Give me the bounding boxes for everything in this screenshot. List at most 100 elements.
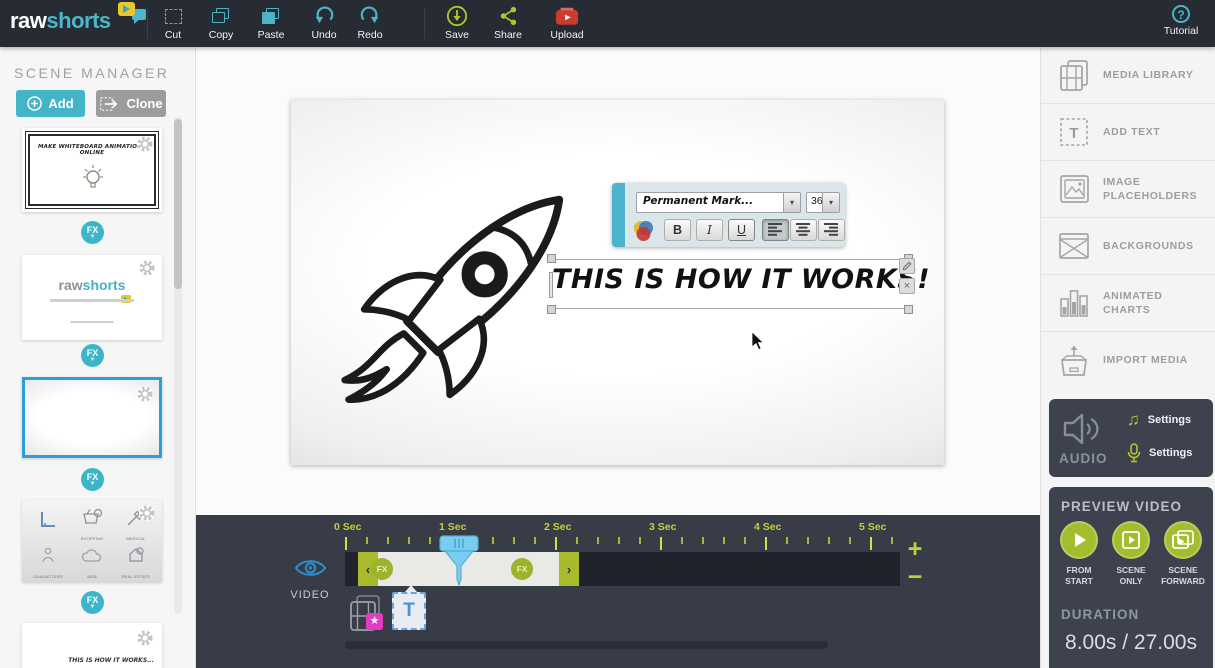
scene2-fx-badge[interactable]: FX ▼ [81, 344, 104, 367]
font-family-value: Permanent Mark... [643, 195, 754, 207]
edit-text-button[interactable] [899, 258, 915, 274]
canvas-text-element[interactable]: This is how it works! × [547, 254, 930, 314]
scene-settings-gear-icon[interactable] [136, 135, 154, 153]
text-color-picker-icon[interactable] [632, 220, 655, 242]
resize-handle-bottom-right[interactable] [904, 305, 913, 314]
tutorial-button[interactable]: ? Tutorial [1155, 5, 1207, 37]
track-fx-out-badge[interactable]: FX [511, 558, 533, 580]
animated-charts-label: ANIMATED CHARTS [1103, 289, 1163, 316]
timeline-zoom-out-button[interactable]: − [902, 565, 928, 591]
left-side-grip[interactable] [549, 272, 553, 298]
preview-video-panel: PREVIEW VIDEO FROM START SCENE ONLY SCEN… [1049, 487, 1213, 668]
speaker-icon [1063, 413, 1099, 445]
add-text-icon: T [1060, 118, 1088, 146]
sidebar-scrollbar-thumb[interactable] [174, 119, 182, 289]
asset-notch [405, 585, 417, 592]
copy-label: Copy [208, 29, 234, 41]
timeline-zoom-in-button[interactable]: + [902, 537, 928, 563]
scene-settings-gear-icon[interactable] [136, 629, 154, 647]
bold-button[interactable]: B [664, 219, 691, 241]
duration-value: 8.00s / 27.00s [1065, 631, 1197, 654]
scene3-fx-badge[interactable]: FX ▼ [81, 468, 104, 491]
image-placeholders-button[interactable]: IMAGE PLACEHOLDERS [1041, 161, 1215, 218]
microphone-icon [1127, 443, 1141, 463]
playhead[interactable] [439, 535, 479, 587]
audio-label: AUDIO [1059, 451, 1108, 466]
scene-thumbnail-4[interactable]: SHOPPING MEDICAL CHARACTERS WEB REAL EST… [22, 500, 162, 582]
image-placeholders-label: IMAGE PLACEHOLDERS [1103, 175, 1198, 202]
scene-settings-gear-icon[interactable] [138, 259, 156, 277]
font-size-value: 36 [811, 195, 822, 207]
play-forward-icon [1172, 530, 1194, 549]
paste-button[interactable]: Paste [246, 5, 296, 41]
share-button[interactable]: Share [483, 5, 533, 41]
scene-thumbnail-3-selected[interactable] [22, 377, 162, 458]
redo-label: Redo [357, 29, 383, 41]
import-media-label: IMPORT MEDIA [1103, 354, 1188, 367]
tutorial-label: Tutorial [1163, 25, 1199, 37]
scene-thumbnail-2[interactable]: rawshorts [22, 255, 162, 340]
cut-icon [164, 8, 182, 24]
redo-button[interactable]: Redo [345, 5, 395, 41]
visibility-eye-icon[interactable] [294, 557, 327, 579]
scene-settings-gear-icon[interactable] [138, 504, 156, 522]
align-center-icon [796, 223, 810, 236]
align-center-button[interactable] [790, 219, 817, 241]
align-left-button[interactable] [762, 219, 789, 241]
scene1-fx-badge[interactable]: FX ▼ [81, 221, 104, 244]
import-media-button[interactable]: IMPORT MEDIA [1041, 332, 1215, 389]
align-right-button[interactable] [818, 219, 845, 241]
backgrounds-button[interactable]: BACKGROUNDS [1041, 218, 1215, 275]
font-size-select[interactable]: 36 ▾ [806, 192, 840, 213]
underline-button[interactable]: U [728, 219, 755, 241]
play-scene-forward-button[interactable] [1164, 521, 1202, 559]
scene-manager-title: SCENE MANAGER [14, 65, 170, 81]
add-label: Add [48, 96, 74, 111]
clone-label: Clone [126, 96, 163, 111]
track-fx-in-badge[interactable]: FX [371, 558, 393, 580]
animated-charts-button[interactable]: ANIMATED CHARTS [1041, 275, 1215, 332]
voice-settings-button[interactable]: Settings [1127, 443, 1192, 463]
font-family-select[interactable]: Permanent Mark... ▾ [636, 192, 801, 213]
play-scene-only-button[interactable] [1112, 521, 1150, 559]
scene-manager-panel: SCENE MANAGER Add Clone MAKE WHITEBOARD … [0, 47, 196, 668]
music-settings-label: Settings [1147, 414, 1192, 426]
text-format-toolbar: Permanent Mark... ▾ 36 ▾ B I U [612, 183, 845, 247]
add-scene-button[interactable]: Add [16, 90, 85, 117]
scene-thumbnail-1[interactable]: MAKE WHITEBOARD ANIMATIONS ONLINE [22, 128, 162, 212]
ruler-major-ticks [345, 537, 907, 550]
music-settings-button[interactable]: ♫ Settings [1127, 410, 1191, 430]
share-label: Share [493, 29, 523, 41]
text-asset-icon-selected[interactable]: T [392, 585, 426, 630]
scene-thumbnail-5[interactable]: THIS IS HOW IT WORKS... [22, 623, 162, 668]
resize-handle-bottom-left[interactable] [547, 305, 556, 314]
upload-button[interactable]: Upload [542, 5, 592, 41]
scene4-medical-label: MEDICAL [126, 536, 146, 541]
clone-scene-button[interactable]: Clone [96, 90, 166, 117]
scene-track[interactable]: ‹ › FX FX [345, 552, 900, 586]
dropdown-arrow-icon[interactable]: ▾ [822, 193, 839, 212]
media-library-button[interactable]: MEDIA LIBRARY [1041, 47, 1215, 104]
copy-button[interactable]: Copy [196, 5, 246, 41]
app-logo[interactable]: rawshorts [10, 2, 146, 34]
scene-settings-gear-icon[interactable] [136, 385, 154, 403]
segment-right-handle[interactable]: › [559, 552, 579, 586]
add-text-button[interactable]: T ADD TEXT [1041, 104, 1215, 161]
scene4-fx-badge[interactable]: FX ▼ [81, 591, 104, 614]
from-start-label: FROM START [1065, 565, 1093, 587]
cut-button[interactable]: Cut [148, 5, 198, 41]
italic-button[interactable]: I [696, 219, 723, 241]
play-from-start-button[interactable] [1060, 521, 1098, 559]
timeline-horizontal-scrollbar[interactable] [345, 641, 828, 649]
undo-button[interactable]: Undo [299, 5, 349, 41]
save-button[interactable]: Save [432, 5, 482, 41]
logo-text-shorts: shorts [46, 8, 111, 33]
delete-text-button[interactable]: × [899, 278, 915, 294]
logo-text-raw: raw [10, 8, 47, 33]
dropdown-arrow-icon[interactable]: ▾ [783, 193, 800, 212]
import-media-icon [1061, 345, 1087, 376]
resize-handle-top-left[interactable] [547, 254, 556, 263]
backgrounds-label: BACKGROUNDS [1103, 239, 1194, 252]
media-library-label: MEDIA LIBRARY [1103, 68, 1194, 81]
canvas-text-content[interactable]: This is how it works! [552, 264, 930, 295]
